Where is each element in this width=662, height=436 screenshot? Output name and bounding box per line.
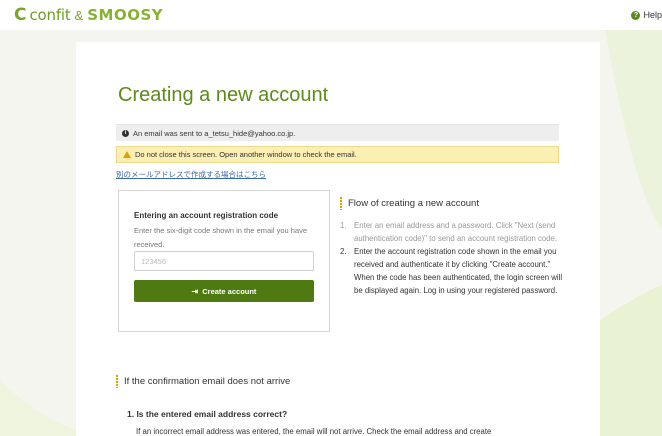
question-circle-icon: ?: [631, 10, 641, 20]
help-link[interactable]: ? Help: [631, 10, 662, 20]
no-email-heading-text: If the confirmation email does not arriv…: [124, 376, 291, 387]
logo-mark: C: [14, 4, 27, 25]
create-account-label: Create account: [202, 286, 257, 296]
main-card: Creating a new account i An email was se…: [76, 42, 600, 436]
alternate-email-link[interactable]: 別のメールアドレスで作成する場合はこちら: [116, 169, 266, 180]
faq-answer-1: If an incorrect email address was entere…: [136, 427, 492, 436]
warning-alert-text: Do not close this screen. Open another w…: [135, 150, 357, 159]
help-label: Help: [643, 10, 662, 20]
registration-code-input[interactable]: [134, 251, 314, 271]
heading-accent-bar: [116, 375, 118, 388]
flow-heading-text: Flow of creating a new account: [348, 198, 479, 209]
page-title: Creating a new account: [118, 84, 329, 106]
step-body: Enter the account registration code show…: [354, 245, 570, 297]
step-note: When the code has been authenticated, th…: [354, 273, 563, 295]
info-circle-icon: i: [122, 129, 129, 137]
flow-step-1: 1. Enter an email address and a password…: [340, 219, 570, 245]
info-alert: i An email was sent to a_tetsu_hide@yaho…: [116, 124, 559, 141]
logo-ampersand: &: [74, 7, 84, 23]
no-email-heading: If the confirmation email does not arriv…: [116, 375, 290, 388]
registration-code-form: Entering an account registration code En…: [118, 190, 330, 332]
logo-confit: confit: [29, 5, 71, 24]
step-number: 1.: [340, 221, 347, 230]
faq-question-1: 1. Is the entered email address correct?: [127, 409, 288, 419]
flow-section: Flow of creating a new account 1. Enter …: [340, 197, 570, 297]
top-bar: C confit & SMOOSY ? Help: [0, 0, 662, 30]
code-field-label: Entering an account registration code: [134, 211, 279, 220]
step-number: 2.: [340, 247, 347, 256]
step-text: Enter an email address and a password. C…: [354, 221, 558, 243]
logo-smoosy: SMOOSY: [87, 5, 164, 24]
step-text: Enter the account registration code show…: [354, 247, 557, 269]
logo[interactable]: C confit & SMOOSY: [14, 4, 164, 25]
heading-accent-bar: [340, 197, 342, 210]
sign-in-icon: ⇥: [191, 286, 199, 296]
warning-alert: Do not close this screen. Open another w…: [116, 146, 559, 163]
info-alert-text: An email was sent to a_tetsu_hide@yahoo.…: [133, 128, 296, 138]
flow-step-2: 2. Enter the account registration code s…: [340, 245, 570, 297]
warning-triangle-icon: [123, 151, 131, 158]
code-field-description: Enter the six-digit code shown in the em…: [134, 226, 308, 249]
flow-steps: 1. Enter an email address and a password…: [340, 219, 570, 297]
flow-heading: Flow of creating a new account: [340, 197, 570, 210]
create-account-button[interactable]: ⇥ Create account: [134, 280, 314, 302]
